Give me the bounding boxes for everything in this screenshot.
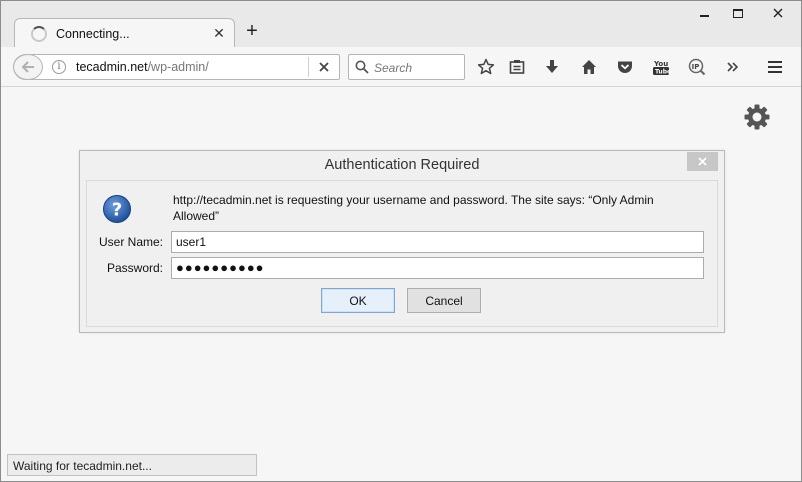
svg-text:Tube: Tube xyxy=(655,69,670,76)
ip-address-button[interactable]: IP xyxy=(687,57,707,77)
pocket-icon xyxy=(618,61,632,73)
bookmark-star-button[interactable] xyxy=(476,57,496,77)
url-path: /wp-admin/ xyxy=(147,60,209,74)
search-input[interactable]: Search xyxy=(348,54,465,80)
new-tab-button[interactable]: + xyxy=(242,21,262,43)
menu-icon xyxy=(768,61,782,73)
minimize-icon xyxy=(699,15,709,17)
home-icon xyxy=(582,60,596,74)
ip-icon: IP xyxy=(688,58,706,76)
loading-spinner-icon xyxy=(31,25,47,42)
reading-list-button[interactable] xyxy=(507,57,527,77)
star-icon xyxy=(477,58,495,75)
question-icon: ? xyxy=(103,195,131,223)
navigation-bar: i tecadmin.net/wp-admin/ Search You Tube… xyxy=(1,47,801,87)
settings-gear-button[interactable] xyxy=(742,102,772,135)
hamburger-menu-button[interactable] xyxy=(765,57,785,77)
close-icon xyxy=(773,8,783,18)
pocket-button[interactable] xyxy=(615,57,635,77)
dialog-close-button[interactable] xyxy=(687,152,718,171)
stop-button[interactable] xyxy=(316,59,332,75)
minimize-button[interactable] xyxy=(687,1,721,25)
reading-list-icon xyxy=(509,60,525,74)
dialog-message: http://tecadmin.net is requesting your u… xyxy=(173,193,654,223)
site-info-icon[interactable]: i xyxy=(52,60,66,74)
tab-title: Connecting... xyxy=(56,26,130,41)
username-field[interactable] xyxy=(171,231,704,253)
home-button[interactable] xyxy=(579,57,599,77)
dialog-body: ? http://tecadmin.net is requesting your… xyxy=(86,180,718,327)
url-bar[interactable]: i tecadmin.net/wp-admin/ xyxy=(13,54,340,80)
window-controls xyxy=(687,1,801,25)
dialog-title: Authentication Required xyxy=(324,157,480,173)
svg-text:IP: IP xyxy=(692,63,700,71)
browser-tab[interactable]: Connecting... ✕ xyxy=(14,18,235,48)
url-text[interactable]: tecadmin.net/wp-admin/ xyxy=(76,60,209,74)
back-button[interactable] xyxy=(13,54,43,80)
downloads-button[interactable] xyxy=(542,57,562,77)
close-icon xyxy=(698,157,707,166)
close-window-button[interactable] xyxy=(755,1,801,25)
overflow-icon xyxy=(727,62,739,72)
maximize-button[interactable] xyxy=(721,1,755,25)
back-arrow-icon xyxy=(21,61,34,73)
stop-icon xyxy=(319,62,329,72)
title-bar: Connecting... ✕ + xyxy=(1,1,801,48)
url-domain: tecadmin.net xyxy=(76,60,148,74)
authentication-dialog: Authentication Required ? http://tecadmi… xyxy=(79,150,725,333)
url-separator xyxy=(308,57,309,77)
svg-text:You: You xyxy=(653,60,668,68)
status-bar: Waiting for tecadmin.net... xyxy=(7,454,257,476)
search-icon xyxy=(355,60,369,74)
download-icon xyxy=(546,60,558,73)
cancel-button[interactable]: Cancel xyxy=(407,288,481,313)
password-label: Password: xyxy=(106,261,163,275)
gear-icon xyxy=(744,104,770,130)
youtube-button[interactable]: You Tube xyxy=(651,57,671,77)
overflow-menu-button[interactable] xyxy=(723,57,743,77)
browser-window: Connecting... ✕ + i tecadmin.net/wp-admi… xyxy=(0,0,802,482)
maximize-icon xyxy=(733,8,743,18)
ok-button[interactable]: OK xyxy=(321,288,395,313)
tab-close-icon[interactable]: ✕ xyxy=(212,25,226,42)
svg-text:?: ? xyxy=(112,200,122,221)
password-field[interactable]: ●●●●●●●●●● xyxy=(171,257,704,279)
search-placeholder: Search xyxy=(374,61,413,75)
youtube-icon: YouTube xyxy=(653,60,670,76)
username-label: User Name: xyxy=(98,235,163,249)
